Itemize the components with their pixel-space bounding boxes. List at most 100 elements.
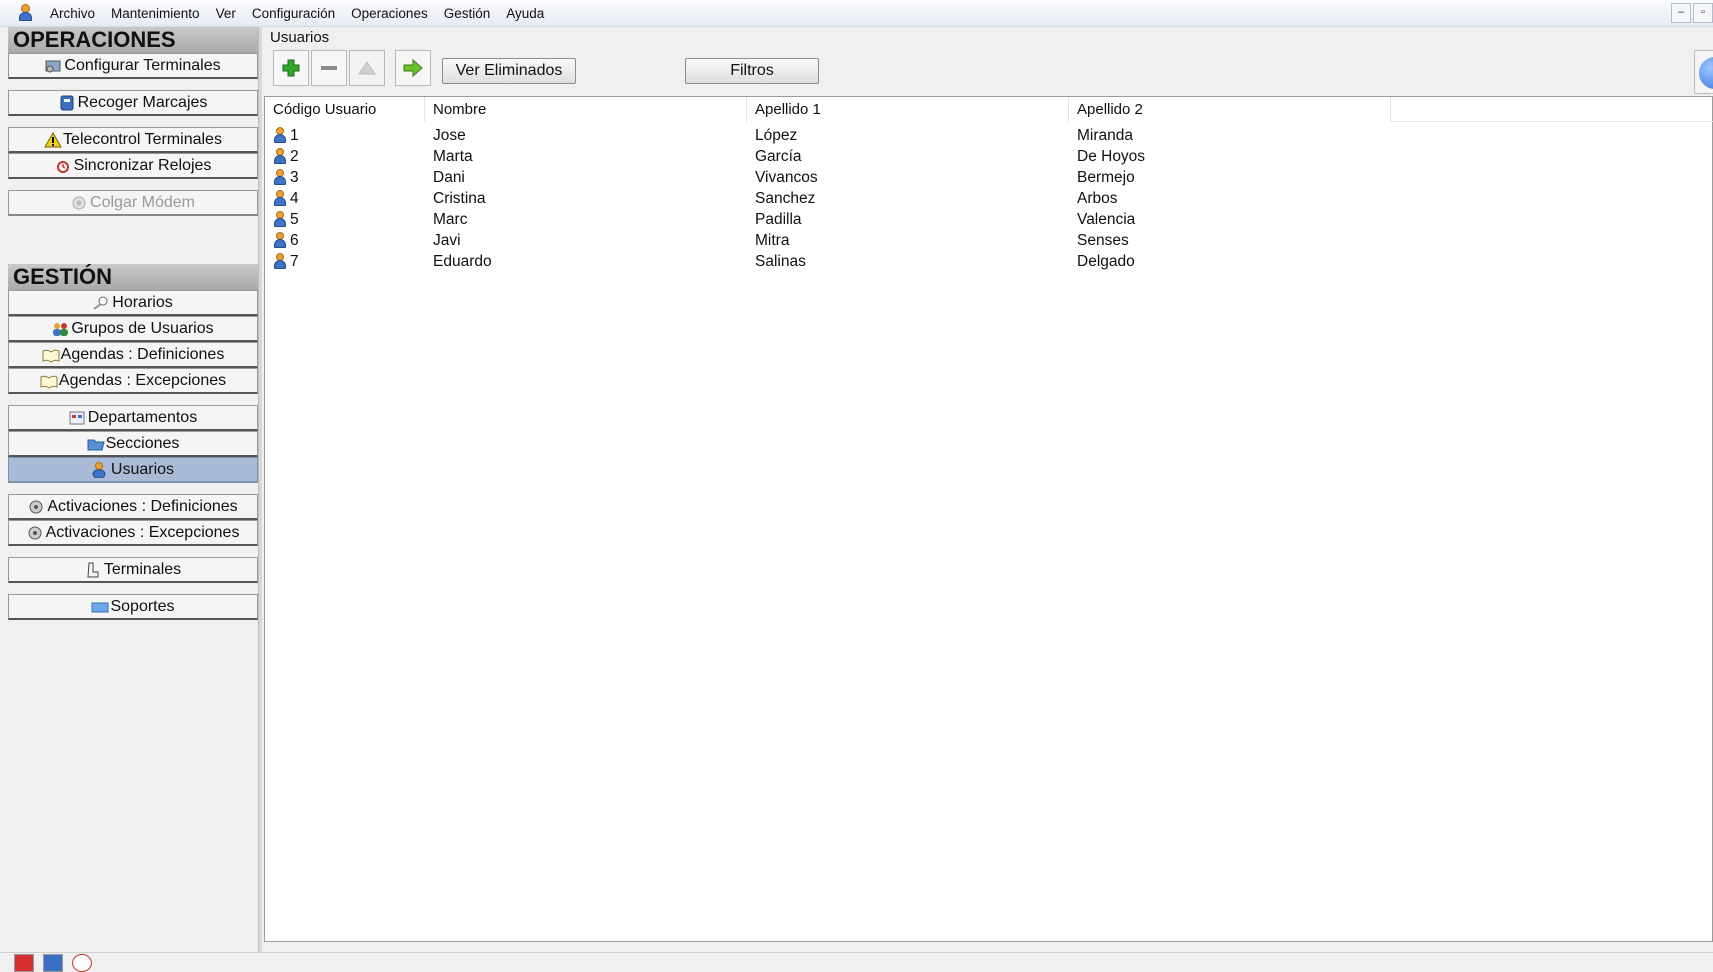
sidebar: OPERACIONES Configurar Terminales Recoge… <box>8 27 258 952</box>
cell-apellido2: Miranda <box>1077 127 1133 144</box>
operaciones-header: OPERACIONES <box>8 27 258 53</box>
panel-splitter[interactable] <box>258 27 262 952</box>
secciones-button[interactable]: Secciones <box>8 431 258 457</box>
menu-operaciones[interactable]: Operaciones <box>343 0 436 27</box>
recoger-marcajes-button[interactable]: Recoger Marcajes <box>8 90 258 116</box>
clock-status-icon[interactable] <box>72 954 92 972</box>
menu-archivo[interactable]: Archivo <box>42 0 103 27</box>
triangle-up-icon <box>358 61 376 75</box>
minus-icon <box>321 66 337 70</box>
cell-apellido1: Mitra <box>755 232 790 249</box>
cell-apellido1: Vivancos <box>755 169 818 186</box>
go-button[interactable] <box>395 50 431 86</box>
move-up-button[interactable] <box>349 50 385 86</box>
cell-apellido2: Bermejo <box>1077 169 1135 186</box>
add-button[interactable] <box>273 50 309 86</box>
table-row[interactable]: 1 Jose López Miranda <box>265 124 1465 147</box>
cell-apellido2: Delgado <box>1077 253 1135 270</box>
column-header-codigo[interactable]: Código Usuario <box>265 97 425 122</box>
activaciones-definiciones-button[interactable]: Activaciones : Definiciones <box>8 494 258 520</box>
card-icon <box>91 599 109 615</box>
cell-nombre: Marta <box>433 148 473 165</box>
column-header-apellido2[interactable]: Apellido 2 <box>1069 97 1391 122</box>
plus-icon <box>282 59 300 77</box>
cell-nombre: Javi <box>433 232 461 249</box>
telecontrol-terminales-button[interactable]: Telecontrol Terminales <box>8 127 258 153</box>
menu-configuracion[interactable]: Configuración <box>244 0 343 27</box>
cell-apellido1: López <box>755 127 798 144</box>
menu-ayuda[interactable]: Ayuda <box>498 0 552 27</box>
user-icon <box>273 169 287 185</box>
cell-apellido2: Senses <box>1077 232 1129 249</box>
cell-apellido1: Padilla <box>755 211 802 228</box>
agenda-icon <box>40 373 58 389</box>
user-icon <box>273 211 287 227</box>
table-row[interactable]: 3 Dani Vivancos Bermejo <box>265 166 1465 189</box>
agendas-definiciones-button[interactable]: Agendas : Definiciones <box>8 342 258 368</box>
terminal-icon <box>85 562 101 578</box>
cell-apellido2: Valencia <box>1077 211 1136 228</box>
table-row[interactable]: 5 Marc Padilla Valencia <box>265 208 1465 231</box>
usuarios-button[interactable]: Usuarios <box>8 457 258 483</box>
filtros-button[interactable]: Filtros <box>685 58 819 84</box>
table-row[interactable]: 2 Marta García De Hoyos <box>265 145 1465 168</box>
sincronizar-relojes-button[interactable]: Sincronizar Relojes <box>8 153 258 179</box>
menu-gestion[interactable]: Gestión <box>436 0 499 27</box>
activation-icon <box>28 499 44 515</box>
column-header-nombre[interactable]: Nombre <box>425 97 747 122</box>
users-grid: Código Usuario Nombre Apellido 1 Apellid… <box>264 96 1713 942</box>
activation-icon <box>27 525 43 541</box>
agendas-excepciones-button[interactable]: Agendas : Excepciones <box>8 368 258 394</box>
alarm-status-icon[interactable] <box>14 954 34 972</box>
sections-icon <box>87 436 105 452</box>
cell-codigo: 1 <box>265 124 299 147</box>
table-row[interactable]: 4 Cristina Sanchez Arbos <box>265 187 1465 210</box>
horarios-button[interactable]: Horarios <box>8 290 258 316</box>
menu-mantenimiento[interactable]: Mantenimiento <box>103 0 208 27</box>
grid-header: Código Usuario Nombre Apellido 1 Apellid… <box>265 97 1713 122</box>
cell-nombre: Dani <box>433 169 465 186</box>
cell-apellido1: Salinas <box>755 253 806 270</box>
user-groups-icon <box>52 321 69 337</box>
user-icon <box>273 148 287 164</box>
colgar-modem-button[interactable]: Colgar Módem <box>8 190 258 216</box>
column-header-apellido1[interactable]: Apellido 1 <box>747 97 1069 122</box>
cell-codigo: 6 <box>265 229 299 252</box>
panel-title: Usuarios <box>270 29 330 46</box>
terminales-button[interactable]: Terminales <box>8 557 258 583</box>
cell-apellido2: Arbos <box>1077 190 1118 207</box>
app-user-icon <box>16 3 36 23</box>
table-row[interactable]: 6 Javi Mitra Senses <box>265 229 1465 252</box>
grupos-usuarios-button[interactable]: Grupos de Usuarios <box>8 316 258 342</box>
menu-ver[interactable]: Ver <box>208 0 244 27</box>
cell-apellido1: García <box>755 148 802 165</box>
warning-icon <box>44 131 62 148</box>
cell-nombre: Cristina <box>433 190 486 207</box>
modem-icon <box>71 195 87 211</box>
cell-nombre: Eduardo <box>433 253 492 270</box>
user-icon <box>92 461 108 478</box>
cell-codigo: 5 <box>265 208 299 231</box>
departamentos-button[interactable]: Departamentos <box>8 405 258 431</box>
configurar-terminales-button[interactable]: Configurar Terminales <box>8 53 258 79</box>
terminal-config-icon <box>45 58 61 74</box>
collect-status-icon[interactable] <box>43 954 63 972</box>
schedule-icon <box>93 295 109 311</box>
table-row[interactable]: 7 Eduardo Salinas Delgado <box>265 250 1465 273</box>
restore-button[interactable]: ▫ <box>1693 3 1713 23</box>
ver-eliminados-button[interactable]: Ver Eliminados <box>442 58 576 84</box>
cell-codigo: 2 <box>265 145 299 168</box>
minimize-button[interactable]: – <box>1671 3 1691 23</box>
collect-icon <box>59 95 75 111</box>
agenda-icon <box>42 347 60 363</box>
sync-clock-icon <box>55 158 71 174</box>
user-icon <box>273 190 287 206</box>
remove-button[interactable] <box>311 50 347 86</box>
arrow-right-icon <box>403 59 423 77</box>
globe-button[interactable] <box>1694 50 1713 94</box>
cell-codigo: 4 <box>265 187 299 210</box>
globe-icon <box>1699 57 1713 89</box>
cell-apellido2: De Hoyos <box>1077 148 1146 165</box>
soportes-button[interactable]: Soportes <box>8 594 258 620</box>
activaciones-excepciones-button[interactable]: Activaciones : Excepciones <box>8 520 258 546</box>
